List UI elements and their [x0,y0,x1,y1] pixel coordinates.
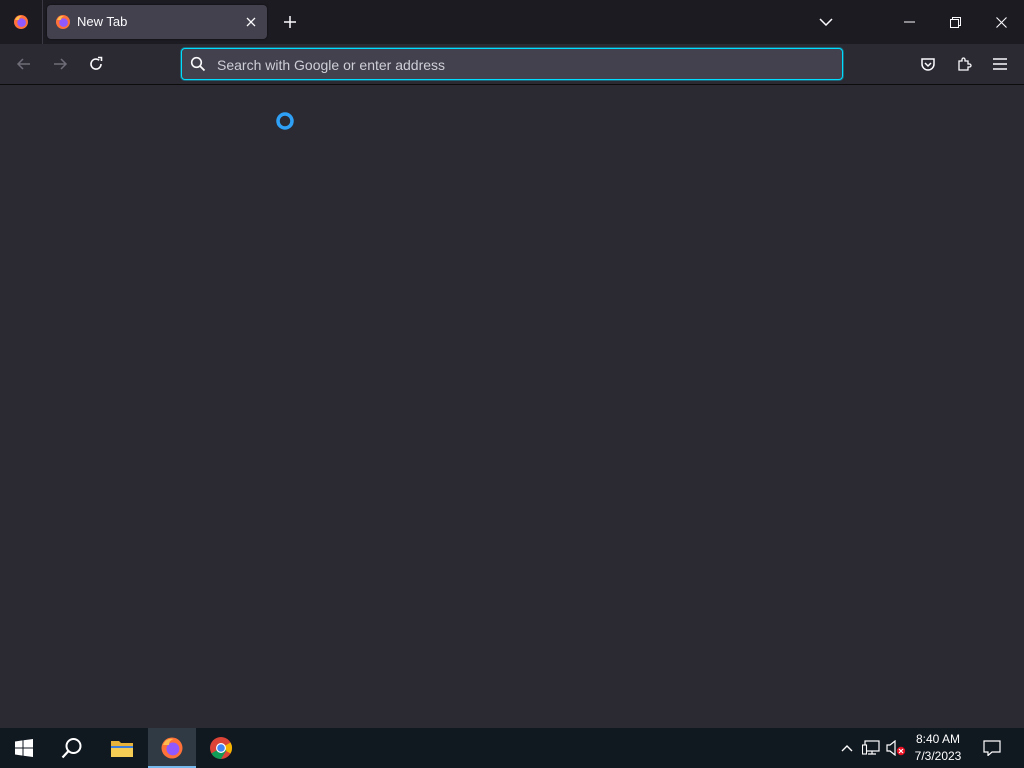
minimize-icon [903,21,915,23]
taskbar: 8:40 AM 7/3/2023 [0,728,1024,768]
tab-separator [42,0,43,44]
reload-button[interactable] [82,50,110,78]
extensions-button[interactable] [950,50,978,78]
firefox-icon [161,737,183,759]
pocket-icon [921,58,935,71]
folder-icon [111,741,133,757]
address-input[interactable] [215,49,819,81]
search-icon [61,738,82,759]
loading-spinner-icon [276,112,294,130]
firefox-icon [14,15,28,29]
network-button[interactable] [860,728,882,768]
address-bar[interactable] [181,48,843,81]
clock-date: 7/3/2023 [914,749,962,763]
back-button[interactable] [10,50,38,78]
back-arrow-icon [16,58,30,70]
volume-button[interactable] [884,728,908,768]
close-icon [995,16,1007,28]
page-content [0,85,1024,728]
navigation-toolbar [0,44,1024,85]
chevron-up-icon [841,745,853,752]
plus-icon [284,16,296,28]
tab-strip: New Tab [0,0,1024,44]
network-icon [862,740,880,755]
taskbar-clock[interactable]: 8:40 AM 7/3/2023 [908,730,968,766]
loading-spinner [275,111,295,131]
clock-time: 8:40 AM [915,732,961,746]
tab-new-tab[interactable]: New Tab [47,5,267,39]
close-window-button[interactable] [978,0,1024,44]
start-button[interactable] [0,728,48,768]
chrome-icon [210,737,232,759]
app-menu-button[interactable] [986,50,1014,78]
minimize-button[interactable] [886,0,932,44]
volume-muted-icon [886,740,906,756]
forward-arrow-icon [54,58,68,70]
notification-icon [983,740,1001,756]
pocket-button[interactable] [914,50,942,78]
search-icon [190,56,206,72]
show-hidden-icons-button[interactable] [836,728,858,768]
firefox-taskbar-button[interactable] [148,728,196,768]
close-tab-button[interactable] [241,12,261,32]
chevron-down-icon [819,18,833,26]
list-all-tabs-button[interactable] [814,10,838,34]
action-center-button[interactable] [976,728,1008,768]
taskbar-search-button[interactable] [48,728,96,768]
restore-icon [949,16,961,28]
forward-button[interactable] [46,50,74,78]
hamburger-menu-icon [993,58,1007,70]
new-tab-button[interactable] [278,10,302,34]
tab-title: New Tab [77,14,128,29]
chrome-taskbar-button[interactable] [197,728,245,768]
puzzle-icon [958,57,972,71]
reload-icon [90,56,103,70]
file-explorer-button[interactable] [98,728,146,768]
firefox-view-button[interactable] [0,0,42,44]
windows-logo-icon [15,739,33,757]
close-icon [246,17,256,27]
restore-button[interactable] [932,0,978,44]
firefox-icon [55,14,71,30]
